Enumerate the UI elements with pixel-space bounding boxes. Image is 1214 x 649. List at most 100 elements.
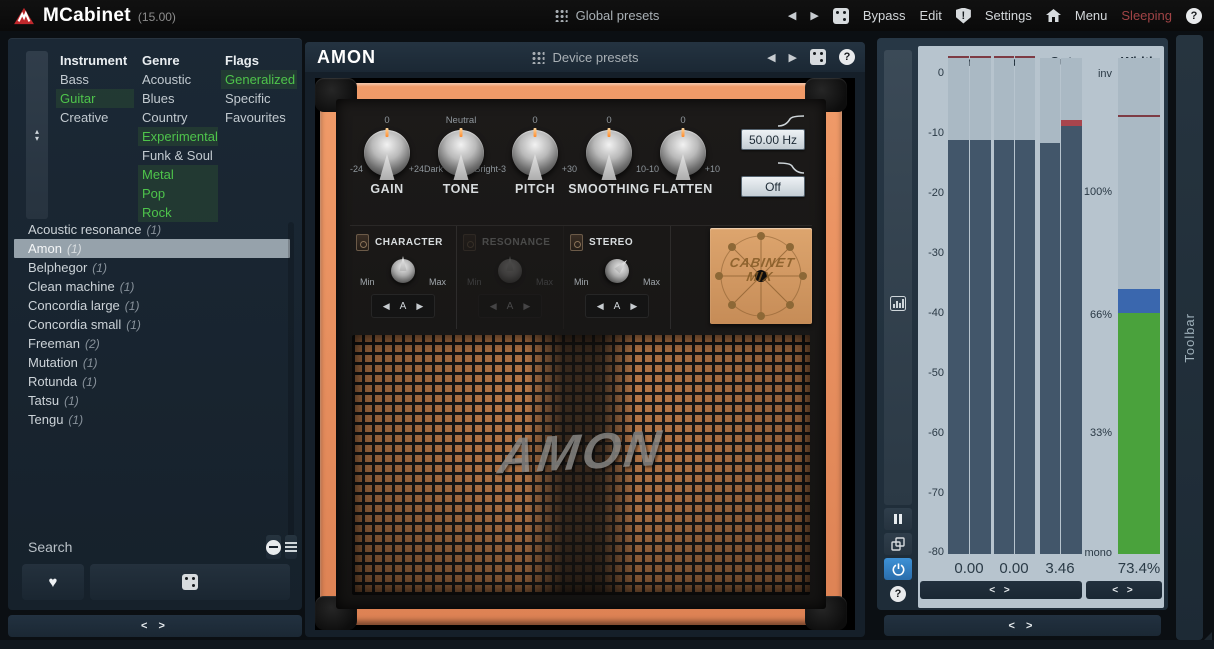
db-label: -80 [904,546,944,558]
lowpass-button[interactable]: Off [741,176,805,197]
tone-knob[interactable] [438,130,484,176]
top-bar: MCabinet (15.00) Global presets ◀ ▶ Bypa… [0,0,1214,31]
filter-creative[interactable]: Creative [56,108,134,127]
pitch-knob[interactable] [512,130,558,176]
db-label: -70 [904,487,944,499]
character-knob[interactable] [391,259,415,283]
settings-button[interactable]: Settings [985,8,1032,23]
cabinet-view: 0 -24+24 GAIN Neutral DarkBright TONE [315,78,855,630]
sleeping-status[interactable]: Sleeping [1121,8,1172,23]
random-preset-button[interactable] [90,564,290,600]
width-label-mono: mono [1072,547,1112,559]
preset-freeman[interactable]: Freeman(2) [14,334,290,353]
app-title: MCabinet [43,5,131,27]
browser-collapse-bar[interactable]: < > [8,615,302,637]
filter-blues[interactable]: Blues [138,89,218,108]
db-label: 0 [904,67,944,79]
resonance-selector[interactable]: ◀A▶ [478,294,542,318]
prev-preset-button[interactable]: ◀ [788,9,796,22]
meter-bar-side-l [994,58,1014,554]
pause-meters-button[interactable] [884,508,912,530]
device-presets-button[interactable]: Device presets [532,50,639,65]
meter-help-button[interactable]: ? [884,583,912,605]
filter-country[interactable]: Country [138,108,218,127]
device-next-button[interactable]: ▶ [789,51,797,64]
preset-tatsu[interactable]: Tatsu(1) [14,391,290,410]
global-presets-button[interactable]: Global presets [555,8,660,23]
search-menu-button[interactable] [285,535,297,559]
tone-knob-unit: Neutral DarkBright TONE [424,115,498,219]
gain-knob[interactable] [364,130,410,176]
filter-metal[interactable]: Metal [138,165,218,184]
highpass-button[interactable]: 50.00 Hz [741,129,805,150]
preset-concordia-small[interactable]: Concordia small(1) [14,315,290,334]
stereo-selector[interactable]: ◀A▶ [585,294,649,318]
preset-browser-panel: ▴ ▾ Instrument Bass Guitar Creative Genr… [8,38,302,610]
preset-amon[interactable]: Amon(1) [14,239,290,258]
meter-bar-width [1118,58,1160,554]
width-label-33: 33% [1072,427,1112,439]
preset-list-scrollbar[interactable] [288,222,294,552]
alert-icon[interactable]: ! [956,8,971,24]
grid-icon [555,9,568,22]
filter-guitar[interactable]: Guitar [56,89,134,108]
search-input[interactable] [80,537,256,557]
random-preset-icon[interactable] [833,8,849,24]
flatten-knob[interactable] [660,130,706,176]
clear-search-button[interactable] [266,535,281,559]
flatten-knob-unit: 0 -10+10 FLATTEN [646,115,720,219]
preset-clean-machine[interactable]: Clean machine(1) [14,277,290,296]
sections-row: CHARACTER MinMax ◀A▶ RESONANCE MinMax ◀A… [350,225,812,329]
filter-pop[interactable]: Pop [138,184,218,203]
edit-button[interactable]: Edit [919,8,941,23]
filter-acoustic[interactable]: Acoustic [138,70,218,89]
db-label: -10 [904,127,944,139]
device-random-icon[interactable] [810,49,826,65]
cabinet-icon [463,234,476,251]
help-icon[interactable]: ? [1186,8,1202,24]
filter-bass[interactable]: Bass [56,70,134,89]
mcabinet-window: MCabinet (15.00) Global presets ◀ ▶ Bypa… [0,0,1214,649]
menu-button[interactable]: Menu [1075,8,1108,23]
width-label-100: 100% [1072,186,1112,198]
heart-icon: ♥ [49,574,58,591]
amp-cabinet: 0 -24+24 GAIN Neutral DarkBright TONE [317,80,845,628]
preset-belphegor[interactable]: Belphegor(1) [14,258,290,277]
cabinet-mix-pad[interactable]: CABINETMIX [710,228,812,324]
preset-acoustic-resonance[interactable]: Acoustic resonance(1) [14,220,290,239]
device-prev-button[interactable]: ◀ [767,51,775,64]
meter-zoom-scrollbar[interactable]: < > [920,581,1082,599]
preset-rotunda[interactable]: Rotunda(1) [14,372,290,391]
next-preset-button[interactable]: ▶ [810,9,818,22]
meter-collapse-bar[interactable]: < > [884,615,1161,636]
filter-experimental[interactable]: Experimental [138,127,218,146]
highpass-icon [776,115,806,127]
filter-favourites[interactable]: Favourites [221,108,297,127]
device-help-icon[interactable]: ? [839,49,855,65]
in-value: 0.00 [954,560,983,577]
preset-tengu[interactable]: Tengu(1) [14,410,290,429]
filter-specific[interactable]: Specific [221,89,297,108]
preset-mutation[interactable]: Mutation(1) [14,353,290,372]
meter-power-button[interactable] [884,558,912,580]
toolbar-tab[interactable]: Toolbar [1176,35,1203,640]
character-section: CHARACTER MinMax ◀A▶ [350,226,457,329]
width-zoom-scrollbar[interactable]: < > [1086,581,1162,599]
bypass-button[interactable]: Bypass [863,8,906,23]
scroll-down-icon[interactable]: ▾ [35,135,39,142]
knob-row: 0 -24+24 GAIN Neutral DarkBright TONE [350,115,812,219]
filter-scrollbar[interactable]: ▴ ▾ [26,51,48,219]
window-bottom-edge [0,640,1214,649]
column-header: Flags [221,51,297,70]
character-selector[interactable]: ◀A▶ [371,294,435,318]
home-icon[interactable] [1046,9,1061,23]
stereo-section: STEREO MinMax ◀A▶ [564,226,671,329]
device-title: AMON [317,47,376,68]
favourite-button[interactable]: ♥ [22,564,84,600]
filter-funk-soul[interactable]: Funk & Soul [138,146,218,165]
smoothing-knob[interactable] [586,130,632,176]
preset-concordia-large[interactable]: Concordia large(1) [14,296,290,315]
gain-knob-unit: 0 -24+24 GAIN [350,115,424,219]
resonance-knob[interactable] [498,259,522,283]
filter-generalized[interactable]: Generalized [221,70,297,89]
